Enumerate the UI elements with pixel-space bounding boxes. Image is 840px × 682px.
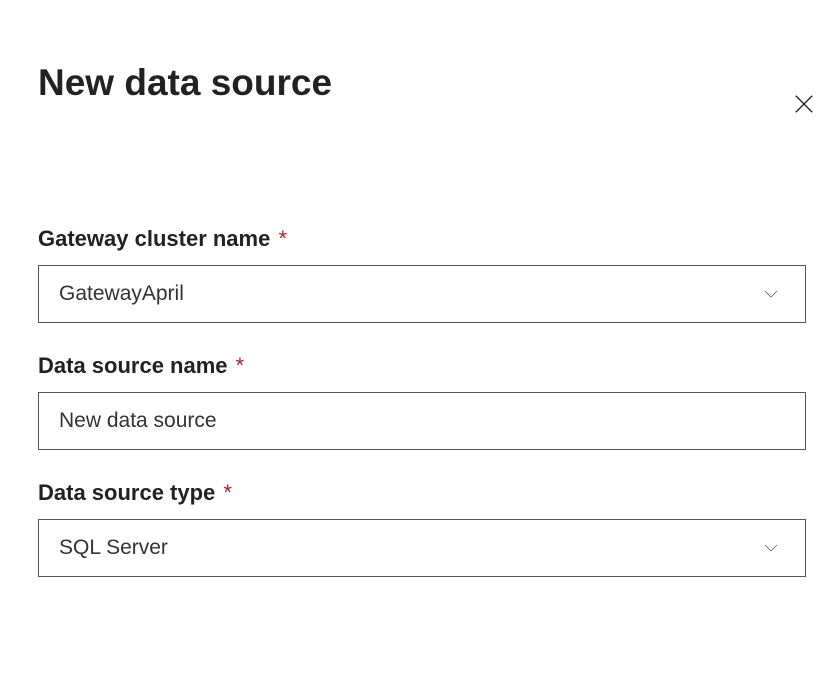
form: Gateway cluster name * GatewayApril Data… — [38, 226, 806, 577]
data-source-type-value: SQL Server — [59, 536, 168, 560]
data-source-name-label: Data source name * — [38, 353, 806, 379]
data-source-type-dropdown[interactable]: SQL Server — [38, 519, 806, 577]
field-data-source-type: Data source type * SQL Server — [38, 480, 806, 577]
required-star: * — [236, 353, 245, 378]
data-source-type-label: Data source type * — [38, 480, 806, 506]
gateway-cluster-value: GatewayApril — [59, 282, 184, 306]
gateway-cluster-dropdown[interactable]: GatewayApril — [38, 265, 806, 323]
data-source-name-input[interactable] — [38, 392, 806, 450]
chevron-down-icon — [761, 538, 781, 558]
data-source-name-label-text: Data source name — [38, 353, 228, 378]
page-title: New data source — [38, 62, 840, 104]
field-gateway-cluster: Gateway cluster name * GatewayApril — [38, 226, 806, 323]
chevron-down-icon — [761, 284, 781, 304]
close-icon — [793, 93, 815, 120]
gateway-cluster-label: Gateway cluster name * — [38, 226, 806, 252]
data-source-type-label-text: Data source type — [38, 480, 215, 505]
required-star: * — [223, 480, 232, 505]
gateway-cluster-label-text: Gateway cluster name — [38, 226, 270, 251]
close-button[interactable] — [790, 92, 818, 120]
required-star: * — [278, 226, 287, 251]
field-data-source-name: Data source name * — [38, 353, 806, 450]
